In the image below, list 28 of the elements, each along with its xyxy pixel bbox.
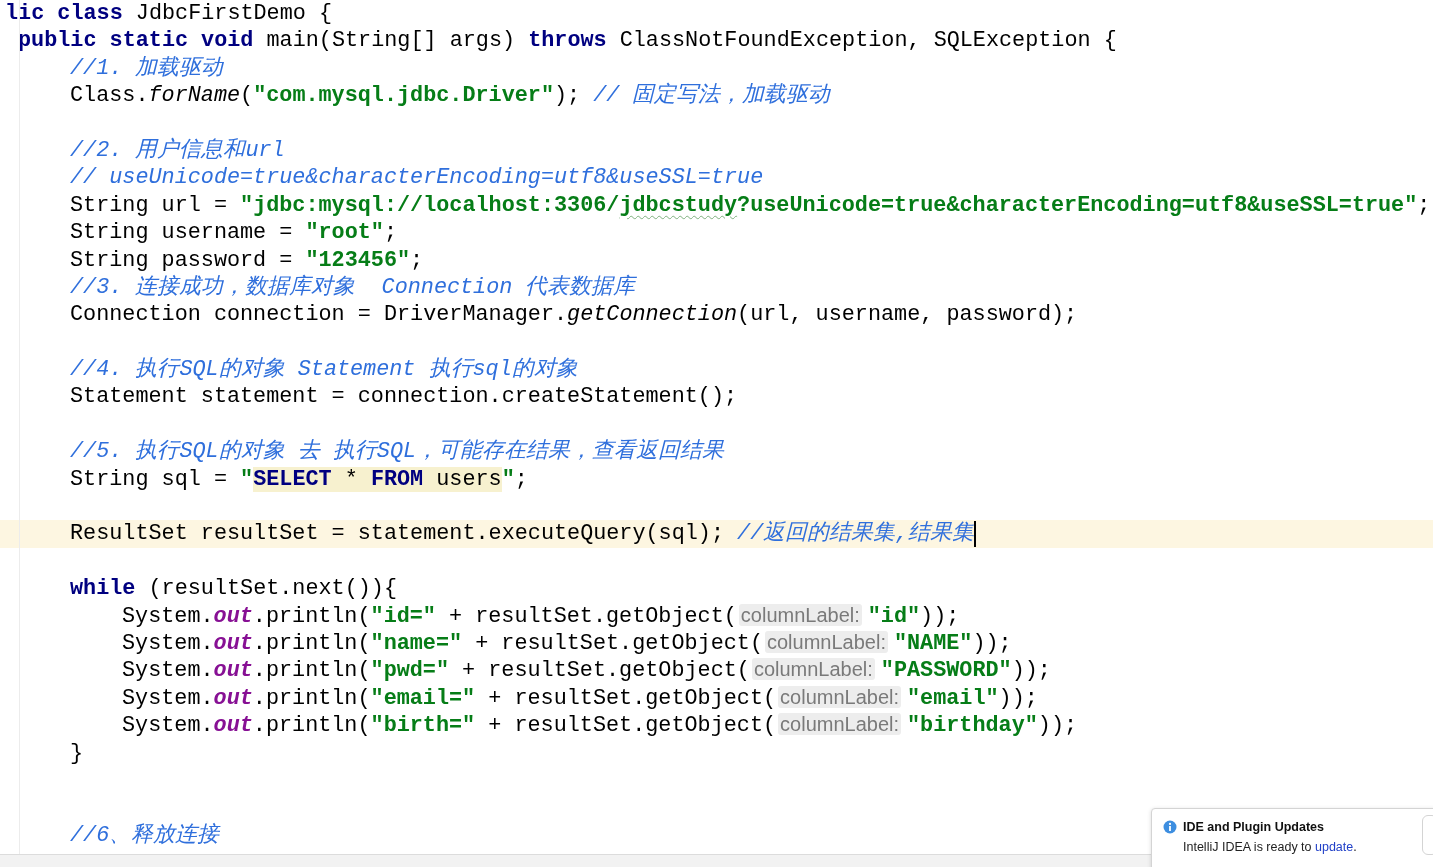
code-line: Connection connection = DriverManager.getConnection(url, username, password); [70, 301, 1078, 329]
text-caret [974, 521, 977, 548]
code-line: while (resultSet.next()){ [70, 575, 397, 603]
code-line: System.out.println("name=" + resultSet.getObject( columnLabel: "NAME")); [122, 630, 1012, 658]
code-line: Class.forName("com.mysql.jdbc.Driver"); // 固定写法，加载驱动 [70, 82, 831, 110]
code-line: System.out.println("birth=" + resultSet.getObject( columnLabel: "birthday")); [122, 712, 1078, 740]
code-line: lic class JdbcFirstDemo { [5, 0, 333, 28]
code-line: ResultSet resultSet = statement.executeQuery(sql); //返回的结果集,结果集 [70, 520, 975, 548]
code-line: System.out.println("id=" + resultSet.getObject( columnLabel: "id")); [122, 602, 960, 630]
notification-title: IDE and Plugin Updates [1183, 820, 1324, 834]
code-line: //3. 连接成功，数据库对象 Connection 代表数据库 [70, 273, 636, 302]
code-line: } [70, 739, 84, 767]
code-line: System.out.println("email=" + resultSet.getObject( columnLabel: "email")); [122, 684, 1038, 713]
code-line: //1. 加载驱动 [70, 54, 224, 83]
code-line: String sql = "SELECT * FROM users"; [70, 465, 528, 494]
code-line: //4. 执行SQL的对象 Statement 执行sql的对象 [70, 356, 578, 384]
notification-message: IntelliJ IDEA is ready to update. [1183, 840, 1358, 854]
code-line: System.out.println("pwd=" + resultSet.getObject( columnLabel: "PASSWORD")); [122, 657, 1051, 685]
code-line: Statement statement = connection.createStatement(); [70, 383, 738, 411]
code-line: String url = "jdbc:mysql://localhost:3306/jdbcstudy?useUnicode=true&characterEncoding=utf8&useSSL=true"; [70, 191, 1431, 220]
code-line: String username = "root"; [70, 219, 398, 247]
code-line: // useUnicode=true&characterEncoding=utf8&useSSL=true [70, 164, 764, 192]
code-line: //2. 用户信息和url [70, 136, 285, 165]
info-icon [1163, 820, 1177, 834]
code-line: public static void main(String[] args) throws ClassNotFoundException, SQLException { [18, 27, 1117, 55]
code-line: //6、释放连接 [70, 821, 220, 850]
code-line: String password = "123456"; [70, 246, 424, 274]
code-line: //5. 执行SQL的对象 去 执行SQL，可能存在结果，查看返回结果 [70, 438, 725, 466]
